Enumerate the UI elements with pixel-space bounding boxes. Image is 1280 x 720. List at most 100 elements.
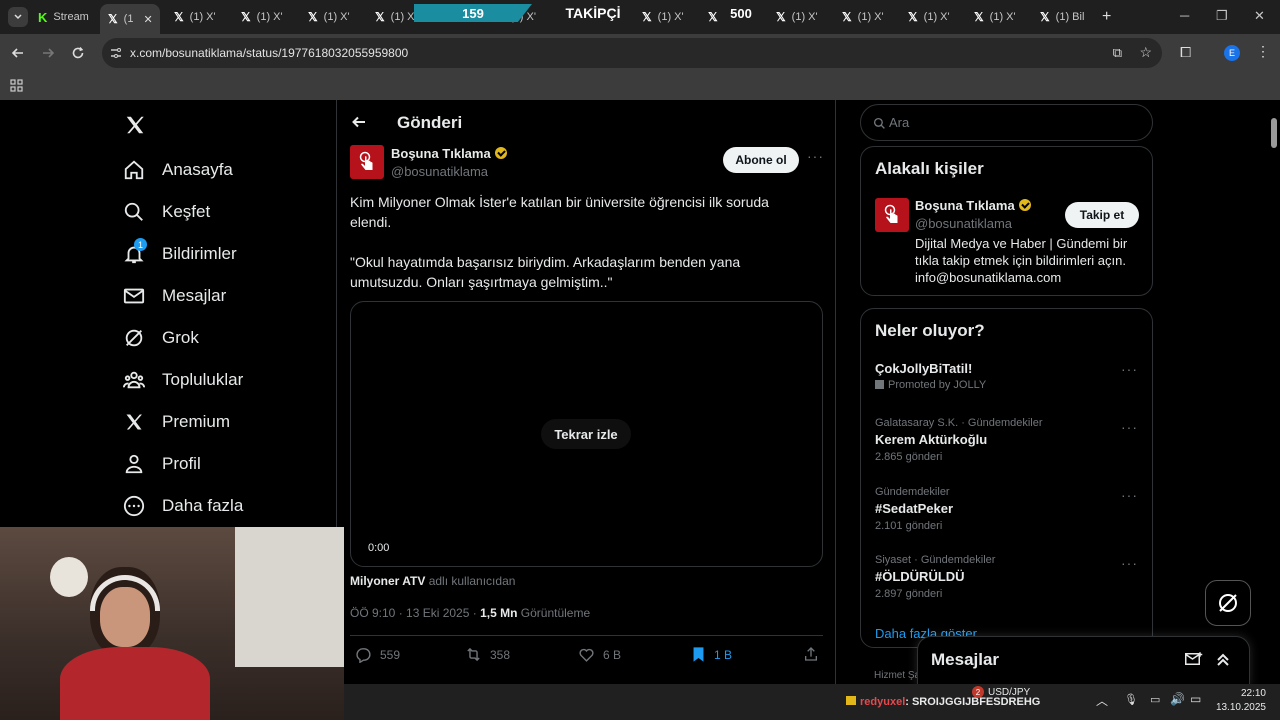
page-scrollbar[interactable] [1268, 100, 1280, 684]
repost-button[interactable]: 358 [465, 646, 510, 663]
trend-title: ÇokJollyBiTatil! [875, 361, 973, 376]
home-icon [122, 158, 146, 182]
close-tab-icon[interactable]: ✕ [143, 13, 152, 26]
bookmark-count: 1 B [714, 647, 733, 662]
tab-x[interactable]: 𝕏 [708, 6, 724, 28]
nav-item-more[interactable]: Daha fazla [122, 494, 243, 518]
x-logo-icon [122, 410, 146, 434]
tab-stream[interactable]: K Stream [38, 6, 89, 28]
related-avatar[interactable] [875, 198, 909, 232]
tab-x[interactable]: 𝕏 (1) X' [241, 6, 283, 28]
chevron-up-icon[interactable]: ︿ [1096, 692, 1108, 709]
post-timestamp[interactable]: ÖÖ 9:10 · 13 Eki 2025 · [350, 606, 477, 620]
share-icon[interactable] [803, 646, 819, 662]
author-name-row[interactable]: Boşuna Tıklama [391, 146, 507, 161]
tab-x[interactable]: 𝕏 (1) X' [776, 6, 818, 28]
system-clock[interactable]: 22:10 13.10.2025 [1212, 687, 1266, 715]
bookmark-star-icon[interactable]: ☆ [1139, 44, 1152, 61]
trend-more-icon[interactable]: ··· [1121, 361, 1138, 377]
nav-item-messages[interactable]: Mesajlar [122, 284, 226, 308]
volume-icon[interactable]: 🔊 [1170, 692, 1185, 706]
trend-context: Galatasaray S.K. · Gündemdekiler [875, 417, 1043, 429]
browser-menu-icon[interactable]: ⋮ [1256, 43, 1270, 60]
reply-button[interactable]: 559 [355, 646, 400, 663]
new-message-icon[interactable] [1185, 651, 1203, 667]
tab-x[interactable]: 𝕏 (1) Bil [1040, 6, 1084, 28]
repost-icon [467, 647, 480, 662]
expand-up-icon[interactable] [1215, 651, 1231, 667]
x-logo-icon: 𝕏 [776, 10, 786, 24]
tab-x[interactable]: 𝕏 (1) X' [974, 6, 1016, 28]
x-logo-icon[interactable] [124, 114, 146, 136]
author-handle[interactable]: @bosunatiklama [391, 164, 488, 179]
tab-x[interactable]: 𝕏 (1) X' [174, 6, 216, 28]
nav-item-home[interactable]: Anasayfa [122, 158, 233, 182]
back-arrow-icon[interactable] [351, 114, 367, 130]
like-button[interactable]: 6 B [578, 646, 621, 663]
search-input[interactable]: Ara [860, 104, 1153, 141]
restore-icon[interactable]: ❐ [1216, 8, 1228, 24]
trend-more-icon[interactable]: ··· [1121, 555, 1138, 571]
messages-drawer[interactable]: Mesajlar [917, 636, 1250, 686]
apps-grid-icon[interactable] [10, 79, 23, 92]
nav-item-premium[interactable]: Premium [122, 410, 230, 434]
site-settings-icon[interactable] [110, 47, 122, 59]
ticker-label[interactable]: USD/JPY [988, 687, 1030, 698]
tab-label: (1) Bil [1055, 11, 1085, 23]
profile-avatar[interactable]: E [1224, 45, 1240, 61]
grok-floating-button[interactable] [1205, 580, 1251, 626]
related-name-row[interactable]: Boşuna Tıklama [915, 198, 1031, 213]
nav-item-profile[interactable]: Profil [122, 452, 201, 476]
battery-icon[interactable]: ▭ [1190, 692, 1201, 706]
microphone-icon[interactable]: 🎙 [1124, 693, 1138, 706]
related-handle[interactable]: @bosunatiklama [915, 216, 1012, 231]
nav-label: Topluluklar [162, 370, 244, 389]
tab-label: (1) X' [189, 11, 216, 23]
tab-x[interactable]: 𝕏 (1) X' [308, 6, 350, 28]
minimize-icon[interactable]: ─ [1180, 8, 1189, 23]
trend-more-icon[interactable]: ··· [1121, 487, 1138, 503]
forward-arrow-icon[interactable] [41, 46, 55, 60]
follow-button[interactable]: Takip et [1065, 202, 1139, 228]
new-tab-button[interactable]: + [1102, 6, 1111, 28]
trend-item[interactable]: Siyaset · Gündemdekiler #ÖLDÜRÜLDÜ 2.897… [875, 554, 1145, 600]
bookmark-button[interactable]: 1 B [691, 646, 732, 663]
tab-x[interactable]: 𝕏 (1) X' [908, 6, 950, 28]
install-app-icon[interactable]: ⧉ [1113, 45, 1122, 61]
source-name[interactable]: Milyoner ATV [350, 574, 425, 588]
subscribe-button[interactable]: Abone ol [723, 147, 799, 173]
trend-item[interactable]: ÇokJollyBiTatil! Promoted by JOLLY [875, 361, 1145, 391]
footer-link[interactable]: Hizmet Şa [874, 670, 920, 681]
network-icon[interactable]: ▭ [1150, 693, 1160, 706]
back-arrow-icon[interactable] [11, 46, 25, 60]
trend-item[interactable]: Gündemdekiler #SedatPeker 2.101 gönderi [875, 486, 1145, 532]
x-logo-icon: 𝕏 [708, 10, 718, 24]
more-options-icon[interactable]: ··· [807, 148, 824, 164]
plus-icon: + [1102, 8, 1112, 25]
address-bar[interactable]: x.com/bosunatiklama/status/1977618032055… [102, 38, 1162, 68]
trend-context: Siyaset · Gündemdekiler [875, 554, 996, 566]
url-text: x.com/bosunatiklama/status/1977618032055… [130, 46, 409, 60]
close-window-icon[interactable]: ✕ [1254, 8, 1265, 24]
video-player[interactable]: Tekrar izle 0:00 [350, 301, 823, 567]
tab-active[interactable]: 𝕏 (1 ✕ [100, 4, 160, 34]
tab-x[interactable]: 𝕏 (1) X [375, 6, 415, 28]
reload-icon[interactable] [71, 46, 85, 60]
extensions-icon[interactable]: ⧠ [1180, 44, 1191, 61]
webcam-overlay [0, 527, 344, 720]
tab-search-button[interactable] [8, 7, 28, 27]
tab-x[interactable]: 𝕏 (1) X' [842, 6, 884, 28]
scrollbar-thumb[interactable] [1271, 118, 1277, 148]
tab-x[interactable]: 𝕏 (1) X' [642, 6, 684, 28]
trend-item[interactable]: Galatasaray S.K. · Gündemdekiler Kerem A… [875, 417, 1145, 463]
author-avatar[interactable] [350, 145, 384, 179]
repost-count: 358 [490, 647, 511, 662]
trend-meta: Promoted by JOLLY [888, 379, 987, 391]
nav-item-grok[interactable]: Grok [122, 326, 199, 350]
nav-item-notifications[interactable]: 1 Bildirimler [122, 238, 237, 266]
pointer-hand-icon [884, 204, 898, 223]
trend-more-icon[interactable]: ··· [1121, 419, 1138, 435]
replay-button[interactable]: Tekrar izle [541, 419, 631, 449]
nav-item-explore[interactable]: Keşfet [122, 200, 210, 224]
nav-item-communities[interactable]: Topluluklar [122, 368, 243, 392]
